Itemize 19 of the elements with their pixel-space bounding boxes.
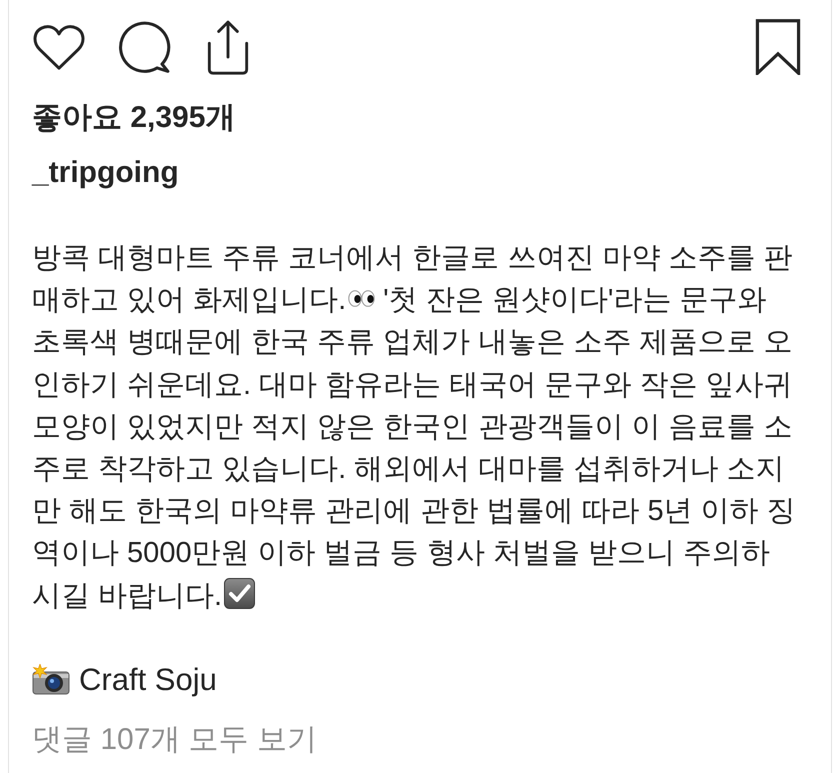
eyes-emoji-icon <box>348 290 376 308</box>
caption-text: 방콕 대형마트 주류 코너에서 한글로 쓰여진 마약 소주를 판 <box>32 242 792 274</box>
heart-icon[interactable] <box>32 24 86 70</box>
caption-text: 매하고 있어 화제입니다. <box>32 284 346 316</box>
caption-text: 시길 바랍니다. <box>32 580 222 612</box>
caption-text: 만 해도 한국의 마약류 관리에 관한 법률에 따라 5년 이하 징 <box>32 495 796 528</box>
username-link[interactable]: _tripgoing <box>32 153 179 193</box>
caption-text: 역이나 5000만원 이하 벌금 등 형사 처벌을 받으니 주의하 <box>32 537 770 570</box>
comment-icon[interactable] <box>118 21 172 73</box>
caption-text: 모양이 있었지만 적지 않은 한국인 관광객들이 이 음료를 소 <box>32 410 792 443</box>
bookmark-icon[interactable] <box>755 19 801 75</box>
check-mark-emoji-icon <box>224 578 256 610</box>
camera-flash-emoji-icon <box>32 664 70 696</box>
caption-text: 초록색 병때문에 한국 주류 업체가 내놓은 소주 제품으로 오 <box>32 326 792 358</box>
credit-text: Craft Soju <box>79 660 217 699</box>
caption-text: 주로 착각하고 있습니다. 해외에서 대마를 섭취하거나 소지 <box>32 452 784 485</box>
caption-text: 인하기 쉬운데요. 대마 함유라는 태국어 문구와 작은 잎사귀 <box>32 368 792 401</box>
caption-text: '첫 잔은 원샷이다'라는 문구와 <box>383 284 766 316</box>
likes-count[interactable]: 좋아요 2,395개 <box>32 98 236 138</box>
